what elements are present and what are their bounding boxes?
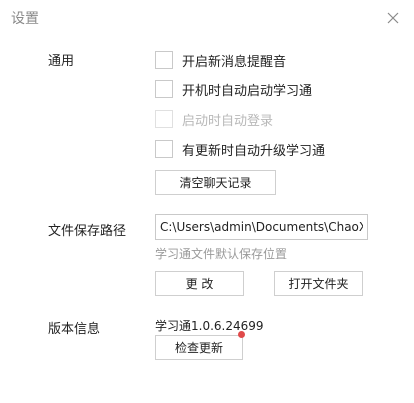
save-path-input[interactable] [155, 214, 368, 240]
option-launch-on-startup[interactable]: 开机时自动启动学习通 [155, 78, 312, 100]
auto-update-label: 有更新时自动升级学习通 [182, 143, 326, 159]
launch-on-startup-checkbox[interactable] [155, 80, 173, 98]
version-section-label: 版本信息 [48, 322, 101, 337]
check-update-button[interactable]: 检查更新 [155, 335, 243, 360]
close-icon [387, 9, 399, 28]
change-path-button[interactable]: 更 改 [155, 271, 244, 296]
option-new-message-sound[interactable]: 开启新消息提醒音 [155, 49, 286, 71]
settings-window: 设置 通用 开启新消息提醒音 开机时自动启动学习通 启动时自动登录 有更新时自动… [0, 0, 414, 403]
window-title: 设置 [11, 11, 39, 27]
close-button[interactable] [383, 8, 403, 28]
launch-on-startup-label: 开机时自动启动学习通 [182, 83, 313, 99]
clear-chat-history-button[interactable]: 清空聊天记录 [155, 170, 276, 195]
auto-login-checkbox [155, 110, 173, 128]
option-auto-update[interactable]: 有更新时自动升级学习通 [155, 138, 325, 160]
auto-login-label: 启动时自动登录 [182, 113, 274, 129]
save-path-section-label: 文件保存路径 [48, 224, 127, 239]
version-text: 学习通1.0.6.24699 [155, 319, 264, 333]
auto-update-checkbox[interactable] [155, 140, 173, 158]
update-badge-dot [238, 331, 245, 338]
save-path-hint: 学习通文件默认保存位置 [155, 247, 288, 261]
general-section-label: 通用 [48, 54, 75, 69]
option-auto-login: 启动时自动登录 [155, 108, 273, 130]
new-message-sound-label: 开启新消息提醒音 [182, 54, 287, 70]
open-folder-button[interactable]: 打开文件夹 [274, 271, 363, 296]
new-message-sound-checkbox[interactable] [155, 51, 173, 69]
